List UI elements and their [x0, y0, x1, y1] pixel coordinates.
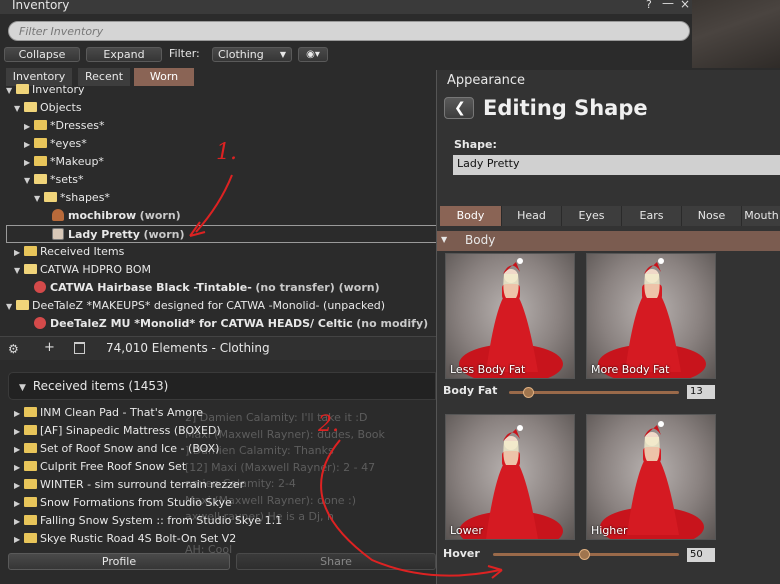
annotation-arrows [189, 174, 503, 579]
annotation-step-one: 1. [216, 140, 237, 165]
annotation-step-two: 2. [318, 412, 339, 437]
